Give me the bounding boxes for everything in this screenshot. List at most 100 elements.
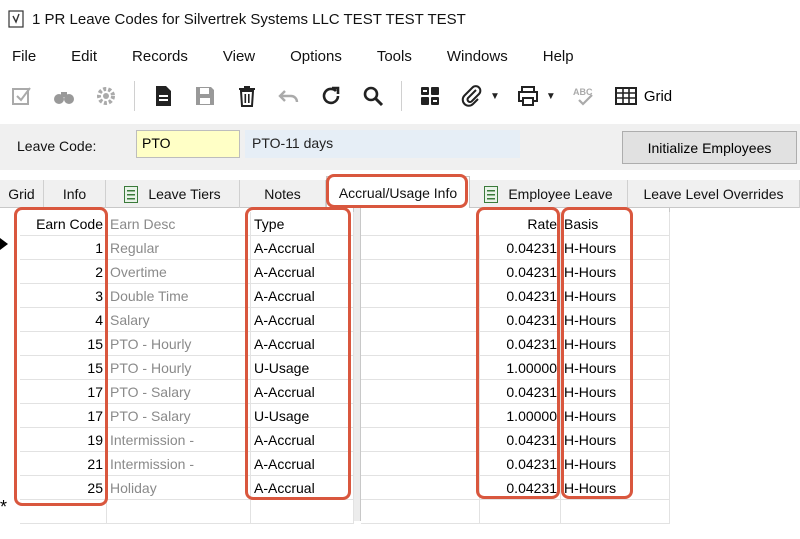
cell-earn-code[interactable]: 4 [20,308,107,332]
cell-basis[interactable]: H-Hours [561,284,670,308]
leave-code-field[interactable]: PTO [136,130,240,158]
cell-type[interactable]: A-Accrual [251,452,354,476]
settings-button[interactable] [92,82,120,110]
cell-basis[interactable]: H-Hours [561,236,670,260]
cell-basis[interactable]: H-Hours [561,404,670,428]
cell-type[interactable]: A-Accrual [251,476,354,500]
menu-options[interactable]: Options [286,48,346,65]
spell-check-button[interactable]: ABC [570,82,598,110]
cell-earn-code[interactable]: 2 [20,260,107,284]
cell-type[interactable]: A-Accrual [251,260,354,284]
save-button[interactable] [191,82,219,110]
cell-rate[interactable]: 1.00000 [480,404,561,428]
initialize-employees-button[interactable]: Initialize Employees [622,131,797,164]
print-dropdown-caret[interactable]: ▼ [546,91,556,102]
menu-file[interactable]: File [8,48,40,65]
grid-view-button[interactable] [612,82,640,110]
cell-earn-desc[interactable]: Holiday [107,476,251,500]
cell-rate[interactable]: 0.04231 [480,452,561,476]
column-header-type[interactable]: Type [251,212,354,236]
cell-earn-desc[interactable]: Intermission - [107,428,251,452]
cell-type[interactable]: A-Accrual [251,332,354,356]
cell-basis[interactable]: H-Hours [561,308,670,332]
cell-earn-desc[interactable]: PTO - Hourly [107,356,251,380]
cell-earn-code[interactable]: 1 [20,236,107,260]
cell-earn-desc[interactable] [107,500,251,524]
cell-basis[interactable]: H-Hours [561,332,670,356]
tab-leave-tiers[interactable]: Leave Tiers [106,180,240,208]
find-button[interactable] [50,82,78,110]
menu-records[interactable]: Records [128,48,192,65]
cell-type[interactable]: A-Accrual [251,308,354,332]
cell-type[interactable]: U-Usage [251,404,354,428]
search-button[interactable] [359,82,387,110]
cell-type[interactable]: A-Accrual [251,380,354,404]
cell-rate[interactable]: 0.04231 [480,260,561,284]
cell-earn-desc[interactable]: Overtime [107,260,251,284]
cell-earn-desc[interactable]: PTO - Salary [107,404,251,428]
cell-type[interactable]: A-Accrual [251,284,354,308]
tab-grid[interactable]: Grid [0,180,44,208]
grid-view-label[interactable]: Grid [644,88,672,105]
cell-type[interactable]: A-Accrual [251,428,354,452]
menu-tools[interactable]: Tools [373,48,416,65]
cell-rate[interactable]: 0.04231 [480,308,561,332]
menu-edit[interactable]: Edit [67,48,101,65]
delete-button[interactable] [233,82,261,110]
attach-dropdown-caret[interactable]: ▼ [490,91,500,102]
cell-type[interactable]: A-Accrual [251,236,354,260]
menu-windows[interactable]: Windows [443,48,512,65]
form-layout-button[interactable] [416,82,444,110]
menu-help[interactable]: Help [539,48,578,65]
cell-rate[interactable] [480,500,561,524]
tab-label: Accrual/Usage Info [338,184,458,201]
refresh-button[interactable] [317,82,345,110]
cell-basis[interactable]: H-Hours [561,476,670,500]
cell-basis[interactable]: H-Hours [561,356,670,380]
column-header-basis[interactable]: Basis [561,212,670,236]
cell-earn-desc[interactable]: Regular [107,236,251,260]
cell-basis[interactable]: H-Hours [561,428,670,452]
cell-earn-code[interactable]: 15 [20,356,107,380]
attach-button[interactable] [458,82,486,110]
cell-earn-desc[interactable]: Intermission - [107,452,251,476]
tab-employee-leave[interactable]: Employee Leave [470,180,628,208]
cell-basis[interactable]: H-Hours [561,260,670,284]
cell-earn-code[interactable] [20,500,107,524]
cell-earn-code[interactable]: 25 [20,476,107,500]
cell-earn-code[interactable]: 3 [20,284,107,308]
column-header-earn-code[interactable]: Earn Code [20,212,107,236]
cell-rate[interactable]: 0.04231 [480,380,561,404]
cell-rate[interactable]: 0.04231 [480,236,561,260]
cell-earn-code[interactable]: 17 [20,404,107,428]
cell-rate[interactable]: 0.04231 [480,284,561,308]
cell-type[interactable] [251,500,354,524]
new-document-button[interactable] [149,82,177,110]
tab-leave-level-overrides[interactable]: Leave Level Overrides [628,180,800,208]
cell-rate[interactable]: 0.04231 [480,476,561,500]
tab-notes[interactable]: Notes [240,180,326,208]
cell-basis[interactable] [561,500,670,524]
cell-earn-code[interactable]: 21 [20,452,107,476]
undo-button[interactable] [275,82,303,110]
cell-earn-code[interactable]: 15 [20,332,107,356]
cell-earn-desc[interactable]: PTO - Salary [107,380,251,404]
cell-type[interactable]: U-Usage [251,356,354,380]
tab-info[interactable]: Info [44,180,106,208]
menu-view[interactable]: View [219,48,259,65]
print-button[interactable] [514,82,542,110]
cell-earn-desc[interactable]: PTO - Hourly [107,332,251,356]
cell-earn-code[interactable]: 17 [20,380,107,404]
cell-earn-desc[interactable]: Salary [107,308,251,332]
edit-check-button[interactable] [8,82,36,110]
cell-basis[interactable]: H-Hours [561,380,670,404]
cell-rate[interactable]: 0.04231 [480,428,561,452]
tab-accrual-usage-info[interactable]: Accrual/Usage Info [326,176,470,208]
cell-basis[interactable]: H-Hours [561,452,670,476]
cell-earn-code[interactable]: 19 [20,428,107,452]
column-header-earn-desc[interactable]: Earn Desc [107,212,251,236]
cell-rate[interactable]: 0.04231 [480,332,561,356]
cell-rate[interactable]: 1.00000 [480,356,561,380]
cell-earn-desc[interactable]: Double Time [107,284,251,308]
column-header-rate[interactable]: Rate [480,212,561,236]
